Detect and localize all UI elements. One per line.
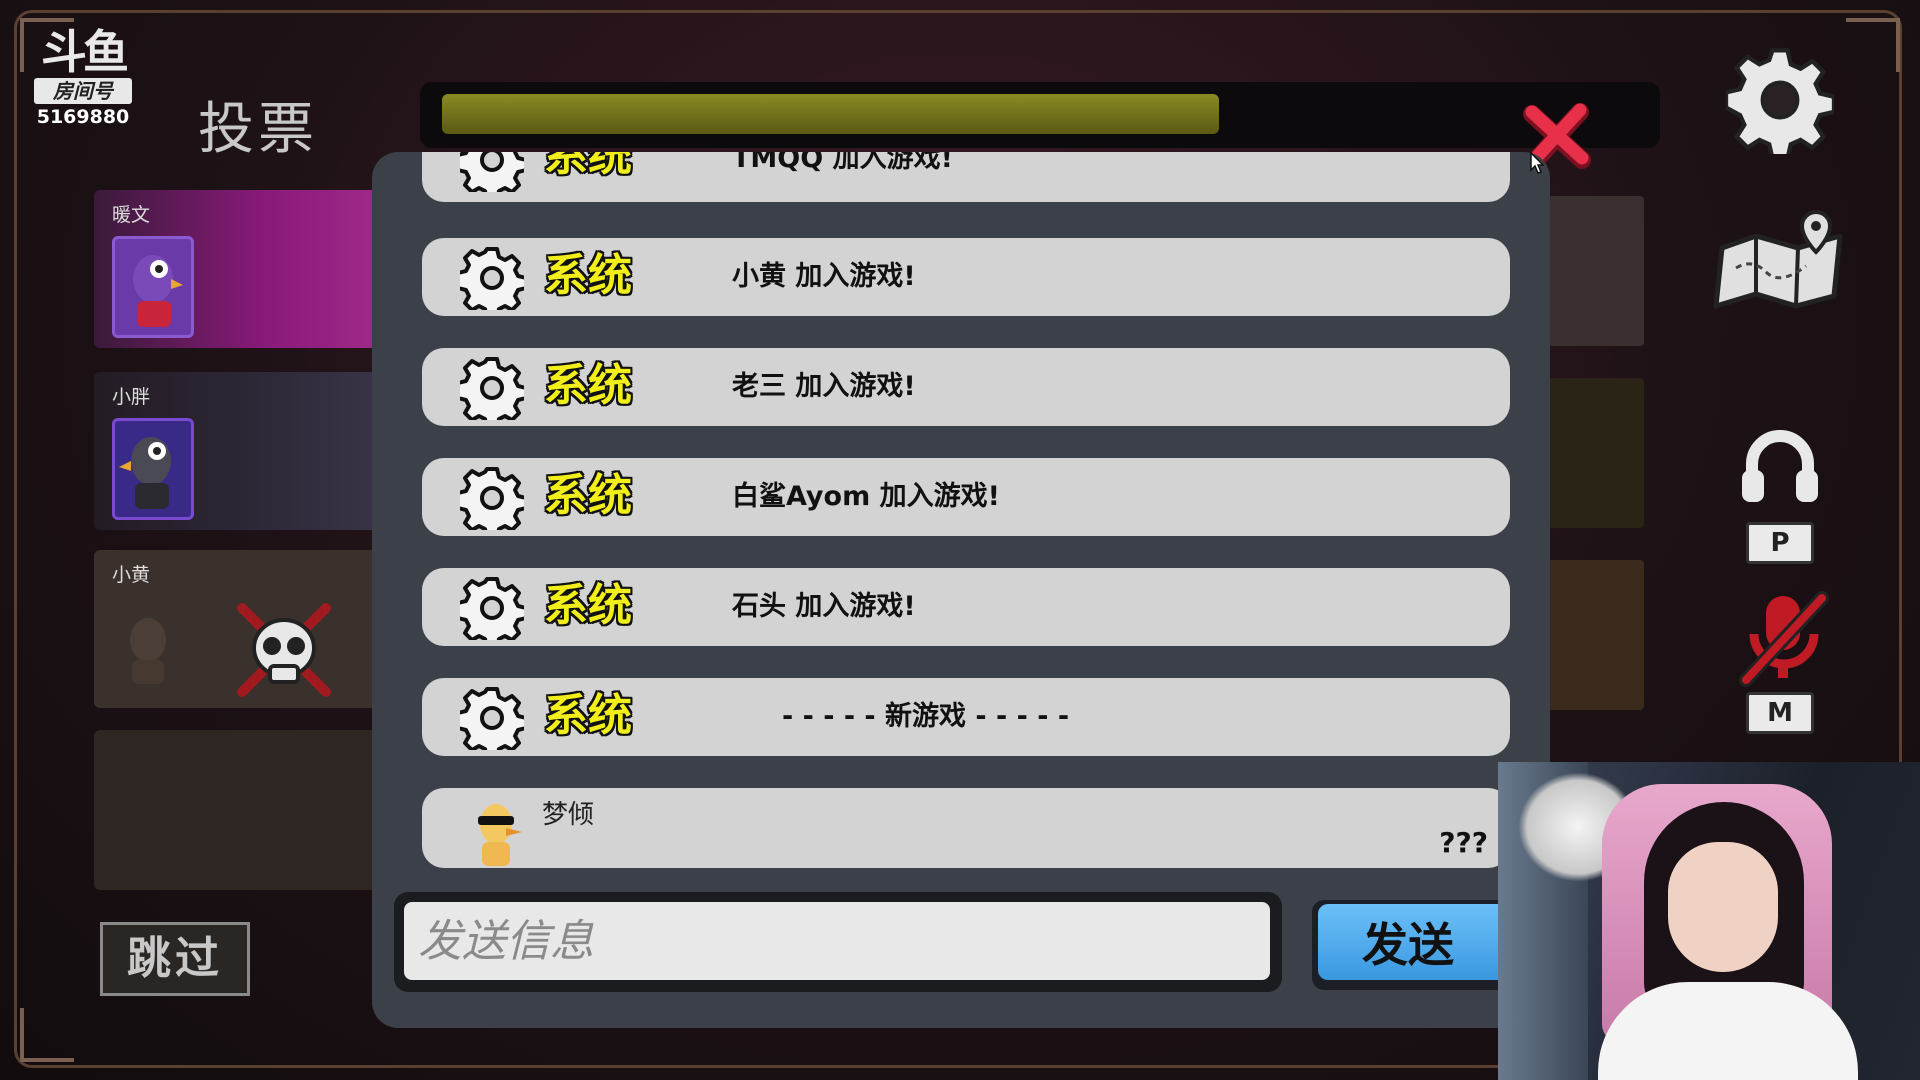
gear-icon — [460, 357, 524, 420]
message-source: 系统 — [544, 690, 632, 741]
map-icon[interactable] — [1712, 208, 1852, 318]
streamer-webcam — [1498, 762, 1920, 1080]
player-avatar — [112, 236, 194, 338]
message-text: TMQQ 加入游戏! — [732, 152, 953, 174]
chat-message-system: 系统 石头 加入游戏! — [422, 568, 1510, 646]
gear-icon — [460, 467, 524, 530]
message-text: 石头 加入游戏! — [732, 591, 916, 622]
dead-skull-icon — [237, 603, 331, 697]
vote-timer-bar — [420, 82, 1660, 148]
message-text: 小黄 加入游戏! — [732, 261, 916, 292]
message-text: ??? — [1439, 826, 1488, 859]
chat-message-user: 梦倾 ??? — [422, 788, 1510, 868]
frame-corner — [20, 1008, 74, 1062]
goose-avatar-icon — [119, 437, 171, 509]
message-source: 系统 — [544, 250, 632, 301]
chat-panel: 系统 TMQQ 加入游戏! 系统 小黄 加入游戏! 系统 老三 加入游戏! 系统… — [372, 152, 1550, 1028]
chat-message-system: 系统 小黄 加入游戏! — [422, 238, 1510, 316]
chat-message-system: 系统 老三 加入游戏! — [422, 348, 1510, 426]
webcam-face — [1668, 842, 1778, 972]
chat-message-system: 系统 白鲨Ayom 加入游戏! — [422, 458, 1510, 536]
logo-mark: 斗鱼 — [41, 25, 129, 79]
gear-icon — [460, 247, 524, 310]
message-source: 系统 — [544, 360, 632, 411]
player-card[interactable]: 小胖 — [94, 372, 384, 530]
player-avatar — [112, 596, 188, 692]
room-number: 5169880 — [36, 106, 130, 128]
mouse-cursor-icon — [1530, 152, 1544, 174]
vote-title: 投票 — [198, 97, 318, 162]
vote-timer-fill — [442, 94, 1219, 134]
message-text: 白鲨Ayom 加入游戏! — [732, 481, 1000, 512]
player-avatar — [112, 418, 194, 520]
chat-message-system: 系统 TMQQ 加入游戏! — [422, 152, 1510, 202]
player-name: 小黄 — [112, 564, 151, 586]
message-text: 老三 加入游戏! — [732, 371, 916, 402]
message-source: 系统 — [544, 152, 632, 181]
duck-avatar-icon — [478, 804, 522, 866]
player-card[interactable]: 小黄 — [94, 550, 384, 708]
message-sender: 梦倾 — [542, 800, 595, 830]
empty-player-slot — [94, 730, 384, 890]
player-card[interactable]: 暖文 — [94, 190, 384, 348]
chat-input[interactable] — [404, 902, 1270, 980]
player-card-hidden — [1548, 560, 1644, 710]
push-to-talk-key: P — [1746, 522, 1814, 564]
settings-gear-icon[interactable] — [1726, 46, 1834, 154]
goose-avatar-icon — [130, 618, 166, 684]
mic-muted-icon[interactable] — [1736, 588, 1832, 688]
chat-input-wrap — [394, 892, 1282, 992]
message-source: 系统 — [544, 580, 632, 631]
headset-icon[interactable] — [1738, 426, 1822, 506]
douyu-logo: 斗鱼 房间号 5169880 — [28, 28, 138, 128]
frame-corner — [1846, 18, 1900, 72]
player-name: 小胖 — [112, 386, 151, 408]
gear-icon — [460, 577, 524, 640]
message-text: - - - - - 新游戏 - - - - - — [782, 701, 1070, 732]
player-card-hidden — [1548, 196, 1644, 346]
gear-icon — [460, 687, 524, 750]
logo-badge: 房间号 — [34, 78, 132, 104]
gear-icon — [460, 152, 524, 192]
chat-message-system: 系统 - - - - - 新游戏 - - - - - — [422, 678, 1510, 756]
skip-vote-button[interactable]: 跳过 — [100, 922, 250, 996]
message-source: 系统 — [544, 470, 632, 521]
player-name: 暖文 — [112, 204, 151, 226]
mute-key: M — [1746, 692, 1814, 734]
goose-avatar-icon — [133, 255, 183, 327]
player-card-hidden — [1548, 378, 1644, 528]
